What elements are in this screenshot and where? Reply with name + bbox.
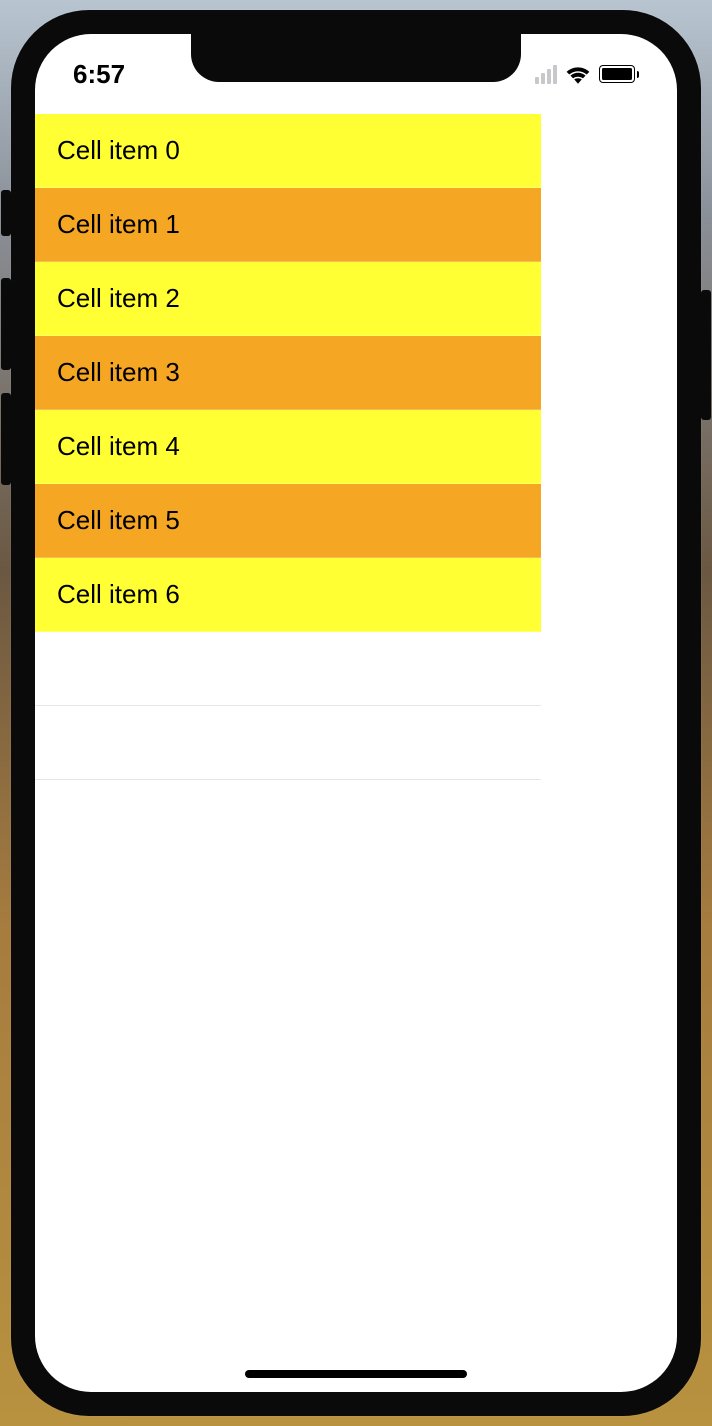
volume-down-button[interactable] xyxy=(1,393,11,485)
volume-up-button[interactable] xyxy=(1,278,11,370)
table-row[interactable]: Cell item 4 xyxy=(35,410,541,484)
home-indicator[interactable] xyxy=(245,1370,467,1378)
table-view[interactable]: Cell item 0 Cell item 1 Cell item 2 Cell… xyxy=(35,114,541,780)
mute-switch[interactable] xyxy=(1,190,11,236)
table-row-empty xyxy=(35,706,541,780)
notch xyxy=(191,34,521,82)
battery-icon xyxy=(599,65,639,83)
table-row[interactable]: Cell item 1 xyxy=(35,188,541,262)
screen: 6:57 xyxy=(35,34,677,1392)
cell-label: Cell item 1 xyxy=(57,209,180,240)
cell-label: Cell item 0 xyxy=(57,135,180,166)
cell-label: Cell item 4 xyxy=(57,431,180,462)
cell-label: Cell item 3 xyxy=(57,357,180,388)
cellular-signal-icon xyxy=(535,65,557,84)
status-time: 6:57 xyxy=(73,51,125,90)
table-row[interactable]: Cell item 2 xyxy=(35,262,541,336)
table-row[interactable]: Cell item 0 xyxy=(35,114,541,188)
table-row[interactable]: Cell item 5 xyxy=(35,484,541,558)
cell-label: Cell item 5 xyxy=(57,505,180,536)
content-area: Cell item 0 Cell item 1 Cell item 2 Cell… xyxy=(35,114,677,1392)
status-icons xyxy=(535,56,639,84)
table-row[interactable]: Cell item 6 xyxy=(35,558,541,632)
device-frame: 6:57 xyxy=(11,10,701,1416)
wifi-icon xyxy=(565,64,591,84)
table-row-empty xyxy=(35,632,541,706)
cell-label: Cell item 6 xyxy=(57,579,180,610)
table-row[interactable]: Cell item 3 xyxy=(35,336,541,410)
power-button[interactable] xyxy=(701,290,711,420)
cell-label: Cell item 2 xyxy=(57,283,180,314)
